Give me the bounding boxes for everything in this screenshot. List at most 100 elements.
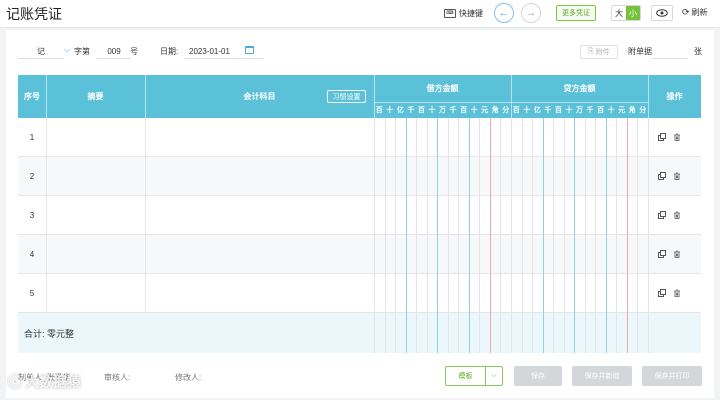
modifier-label: 修改人:	[175, 373, 202, 382]
account-cell[interactable]	[145, 274, 374, 312]
habit-settings-button[interactable]: 习惯设置	[327, 90, 366, 103]
voucher-footer: 制单人: 张泽华 审核人: 修改人: 模板 ⌵ 保存 保存并新增 保存并打印	[18, 366, 708, 388]
digit-column-line	[384, 118, 386, 157]
debit-digit-header: 万	[438, 107, 446, 114]
digit-column-line	[616, 313, 618, 353]
digit-column-line	[426, 196, 428, 235]
preview-button[interactable]	[651, 5, 673, 21]
attachment-button[interactable]: ⎘ 附件	[580, 45, 618, 59]
digit-column-line	[374, 157, 375, 196]
digit-column-line	[437, 118, 439, 157]
digit-column-line	[648, 196, 649, 235]
voucher-number-input[interactable]: 009	[97, 44, 131, 59]
chevron-down-icon[interactable]: ⌵	[486, 367, 502, 385]
digit-column-line	[479, 274, 481, 313]
voucher-word-select[interactable]: 记	[18, 45, 64, 59]
save-button[interactable]: 保存	[514, 366, 562, 386]
delete-icon[interactable]	[673, 172, 681, 180]
digit-column-line	[605, 313, 607, 353]
refresh-button[interactable]: ⟳ 刷新	[682, 7, 708, 18]
copy-icon[interactable]	[658, 289, 666, 297]
size-toggle: 大 小	[611, 5, 641, 21]
digit-column-line	[511, 118, 512, 157]
digit-column-line	[458, 313, 460, 353]
more-vouchers-button[interactable]: 更多凭证	[556, 5, 596, 21]
digit-column-line	[584, 274, 586, 313]
summary-cell[interactable]	[46, 235, 145, 273]
digit-column-line	[532, 157, 534, 196]
summary-cell[interactable]	[46, 118, 145, 156]
account-cell[interactable]	[145, 157, 374, 195]
debit-digit-header: 角	[491, 107, 499, 114]
docs-count-input[interactable]	[652, 44, 688, 59]
digit-column-line	[458, 118, 460, 157]
account-cell[interactable]	[145, 235, 374, 273]
shortcut-key-button[interactable]: ⌨ 快捷键	[444, 7, 483, 19]
row-actions	[658, 118, 681, 156]
digit-column-line	[605, 274, 607, 313]
digit-column-line	[416, 274, 418, 313]
copy-icon[interactable]	[658, 172, 666, 180]
previous-voucher-button[interactable]: ←	[494, 3, 514, 23]
copy-icon[interactable]	[658, 211, 666, 219]
digit-column-line	[626, 196, 628, 235]
table-row: 1	[18, 118, 701, 157]
digit-column-line	[521, 157, 523, 196]
digit-column-line	[437, 235, 439, 274]
chevron-down-icon[interactable]: ⌵	[64, 45, 70, 55]
digit-column-line	[532, 235, 534, 274]
digit-column-line	[384, 157, 386, 196]
digit-column-line	[574, 235, 576, 274]
voucher-table: 序号 摘要 会计科目 习惯设置 借方金额 贷方金额 操作 百十亿千百十万千百十元…	[18, 75, 701, 353]
digit-column-line	[553, 118, 555, 157]
save-and-print-button[interactable]: 保存并打印	[642, 366, 702, 386]
digit-column-line	[605, 118, 607, 157]
delete-icon[interactable]	[673, 289, 681, 297]
summary-cell[interactable]	[46, 157, 145, 195]
header-ops: 操作	[666, 92, 683, 101]
size-small-button[interactable]: 小	[626, 6, 640, 20]
summary-cell[interactable]	[46, 196, 145, 234]
credit-digit-header: 角	[628, 107, 636, 114]
account-cell[interactable]	[145, 196, 374, 234]
template-button[interactable]: 模板 ⌵	[445, 366, 503, 386]
row-actions	[658, 196, 681, 234]
account-cell[interactable]	[145, 118, 374, 156]
calendar-icon[interactable]	[245, 46, 254, 54]
digit-column-line	[563, 274, 565, 313]
digit-column-line	[521, 118, 523, 157]
digit-column-line	[616, 274, 618, 313]
digit-column-line	[637, 196, 639, 235]
digit-column-line	[489, 157, 491, 196]
digit-column-line	[437, 313, 439, 353]
next-voucher-button[interactable]: →	[521, 3, 541, 23]
header-divider	[145, 75, 146, 118]
row-actions	[658, 235, 681, 273]
arrow-right-icon: →	[525, 7, 537, 19]
digit-column-line	[468, 118, 470, 157]
digit-column-line	[395, 313, 397, 353]
digit-column-line	[563, 235, 565, 274]
header-divider	[648, 75, 649, 118]
delete-icon[interactable]	[673, 211, 681, 219]
digit-column-line	[395, 274, 397, 313]
delete-icon[interactable]	[673, 133, 681, 141]
digit-column-line	[374, 196, 375, 235]
copy-icon[interactable]	[658, 250, 666, 258]
debit-digit-header: 千	[449, 107, 457, 114]
digit-column-line	[447, 157, 449, 196]
digit-column-line	[384, 274, 386, 313]
summary-cell[interactable]	[46, 274, 145, 312]
digit-column-line	[468, 235, 470, 274]
size-big-button[interactable]: 大	[612, 6, 626, 20]
digit-column-line	[648, 274, 649, 313]
copy-icon[interactable]	[658, 133, 666, 141]
digit-column-line	[405, 235, 407, 274]
save-and-new-button[interactable]: 保存并新增	[572, 366, 632, 386]
digit-column-line	[648, 118, 649, 157]
digit-column-line	[489, 274, 491, 313]
row-number: 5	[29, 288, 35, 298]
digit-column-line	[542, 157, 544, 196]
delete-icon[interactable]	[673, 250, 681, 258]
digit-column-line	[574, 274, 576, 313]
